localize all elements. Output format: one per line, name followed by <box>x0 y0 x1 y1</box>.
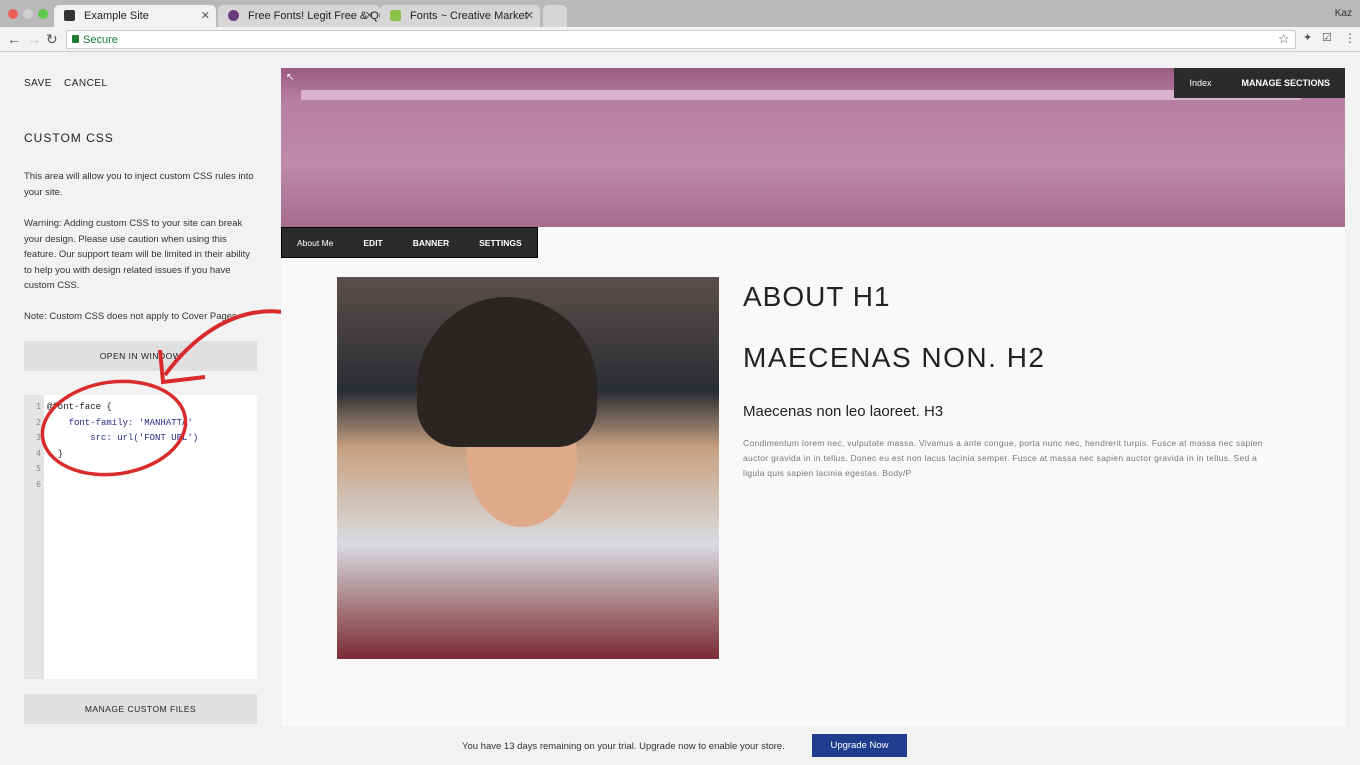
page-label: About Me <box>297 237 334 248</box>
heading-h3: Maecenas non leo laoreet. H3 <box>743 403 944 420</box>
site-preview: ↖ Index MANAGE SECTIONS About Me EDIT BANNE… <box>281 68 1345 726</box>
heading-h1: ABOUT H1 <box>743 281 891 312</box>
trial-bar: You have 13 days remaining on your trial… <box>0 728 1360 765</box>
annotation-circle <box>40 379 188 477</box>
banner-button[interactable]: BANNER <box>398 238 464 248</box>
trial-message: You have 13 days remaining on your trial… <box>462 741 785 752</box>
manage-sections-button[interactable]: MANAGE SECTIONS <box>1226 78 1345 88</box>
body-paragraph: Condimentum lorem nec, vulputate massa. … <box>743 438 1263 478</box>
portrait-photo <box>337 277 719 659</box>
top-nav: Index MANAGE SECTIONS <box>1174 68 1345 98</box>
settings-button[interactable]: SETTINGS <box>464 238 537 248</box>
index-link[interactable]: Index <box>1174 78 1226 88</box>
section-edit-bar: About Me EDIT BANNER SETTINGS <box>281 227 538 258</box>
collapse-arrow-icon[interactable]: ↖ <box>286 72 294 83</box>
edit-button[interactable]: EDIT <box>348 238 397 248</box>
heading-h2: MAECENAS NON. H2 <box>743 342 1046 373</box>
upgrade-now-button[interactable]: Upgrade Now <box>812 734 907 757</box>
banner-image: ↖ Index MANAGE SECTIONS <box>281 68 1345 227</box>
